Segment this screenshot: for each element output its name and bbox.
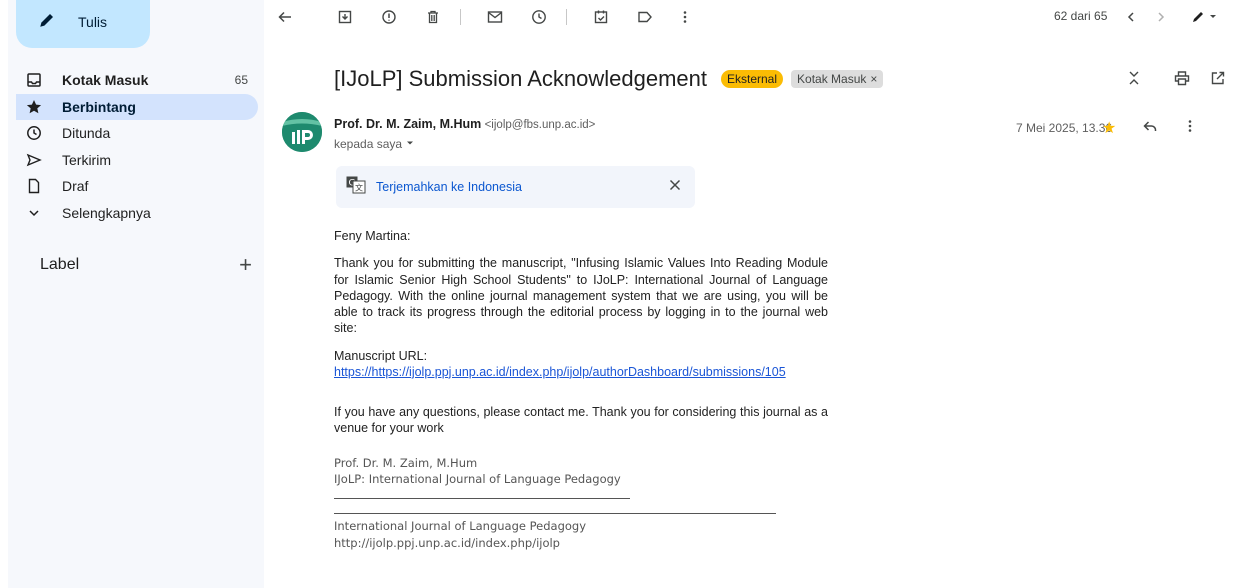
reply-icon[interactable] [1142,118,1158,139]
delete-icon[interactable] [422,6,444,28]
main-panel: 62 dari 65 [IJoLP] Submission Acknowledg… [264,0,1243,588]
inbox-label-chip[interactable]: Kotak Masuk × [791,70,884,88]
signature-divider [334,497,630,499]
starred-star-icon[interactable]: ★ [1102,118,1116,138]
email-subject: [IJoLP] Submission Acknowledgement [334,66,707,91]
greeting: Feny Martina: [334,229,411,243]
left-strip [0,0,8,588]
send-icon [26,152,42,168]
star-icon [26,99,42,115]
external-badge: Eksternal [720,70,784,88]
inbox-count: 65 [234,73,248,88]
close-icon[interactable] [669,178,681,196]
sidebar-item-sent[interactable]: Terkirim [16,147,258,174]
more-options-icon[interactable] [674,6,696,28]
label-title: Label [40,256,80,273]
email-body: Feny Martina: Thank you for submitting t… [334,228,828,551]
sidebar: Tulis Kotak Masuk 65 Berbintang Ditunda … [8,0,264,588]
message-more-icon[interactable] [1182,118,1198,139]
back-arrow-icon[interactable] [274,6,296,28]
caret-down-icon [407,141,414,145]
toolbar-divider [460,9,461,25]
sidebar-item-label: Kotak Masuk [62,72,149,89]
translate-bar: G文 Terjemahkan ke Indonesia [336,166,695,208]
pencil-icon [38,11,56,34]
label-section-header: Label + [40,254,252,276]
sidebar-item-inbox[interactable]: Kotak Masuk 65 [16,67,258,94]
translate-link[interactable]: Terjemahkan ke Indonesia [376,180,669,194]
chevron-down-icon [26,205,42,221]
nav-list: Kotak Masuk 65 Berbintang Ditunda Terkir… [16,67,258,226]
svg-text:文: 文 [355,182,363,192]
collapse-all-icon[interactable] [1124,68,1144,88]
footer-divider [334,512,776,514]
signature: Prof. Dr. M. Zaim, M.Hum IJoLP: Internat… [334,455,828,552]
sidebar-item-label: Selengkapnya [62,204,151,221]
compose-label: Tulis [78,14,108,30]
toolbar: 62 dari 65 [264,0,1243,34]
sidebar-item-snoozed[interactable]: Ditunda [16,120,258,147]
sender-avatar[interactable] [282,112,322,152]
footer-url: http://ijolp.ppj.unp.ac.id/index.php/ijo… [334,535,560,550]
manuscript-url-link[interactable]: https://https://ijolp.ppj.unp.ac.id/inde… [334,365,786,379]
inbox-icon [26,72,42,88]
pager-text: 62 dari 65 [1054,9,1108,23]
add-label-button[interactable]: + [239,254,252,276]
footer-journal: International Journal of Language Pedago… [334,518,587,533]
to-line: kepada saya [334,137,403,151]
clock-icon [26,125,42,141]
signature-name: Prof. Dr. M. Zaim, M.Hum [334,455,478,470]
translate-icon: G文 [346,176,366,199]
archive-icon[interactable] [334,6,356,28]
sidebar-item-label: Berbintang [62,98,136,115]
label-icon[interactable] [634,6,656,28]
snooze-icon[interactable] [528,6,550,28]
body-paragraph: Thank you for submitting the manuscript,… [334,256,828,336]
sender-row: Prof. Dr. M. Zaim, M.Hum <ijolp@fbs.unp.… [334,117,595,131]
inbox-chip-label: Kotak Masuk [797,72,867,86]
open-new-window-icon[interactable] [1208,68,1228,88]
sender-email: <ijolp@fbs.unp.ac.id> [484,119,596,131]
recipient-details-toggle[interactable]: kepada saya [334,137,415,151]
report-spam-icon[interactable] [378,6,400,28]
compose-button[interactable]: Tulis [16,0,150,48]
mark-unread-icon[interactable] [484,6,506,28]
remove-label-icon[interactable]: × [870,72,877,86]
print-icon[interactable] [1172,68,1192,88]
body-paragraph: If you have any questions, please contac… [334,405,828,436]
sidebar-item-drafts[interactable]: Draf [16,173,258,200]
sidebar-item-starred[interactable]: Berbintang [16,93,258,120]
gmail-app: Tulis Kotak Masuk 65 Berbintang Ditunda … [0,0,1243,588]
sidebar-item-label: Terkirim [62,151,111,168]
url-label: Manuscript URL: [334,348,428,363]
sidebar-item-label: Ditunda [62,125,111,142]
sidebar-item-more[interactable]: Selengkapnya [16,200,258,227]
email-date: 7 Mei 2025, 13.36 [1016,121,1113,135]
subject-row: [IJoLP] Submission Acknowledgement Ekste… [334,66,884,92]
draft-icon [26,178,42,194]
newer-chevron-icon[interactable] [1120,6,1142,28]
add-to-tasks-icon[interactable] [590,6,612,28]
older-chevron-icon[interactable] [1150,6,1172,28]
sidebar-item-label: Draf [62,178,89,195]
input-tools-icon[interactable] [1188,6,1222,28]
signature-journal: IJoLP: International Journal of Language… [334,472,621,487]
toolbar-divider [566,9,567,25]
sender-name[interactable]: Prof. Dr. M. Zaim, M.Hum [334,117,481,131]
